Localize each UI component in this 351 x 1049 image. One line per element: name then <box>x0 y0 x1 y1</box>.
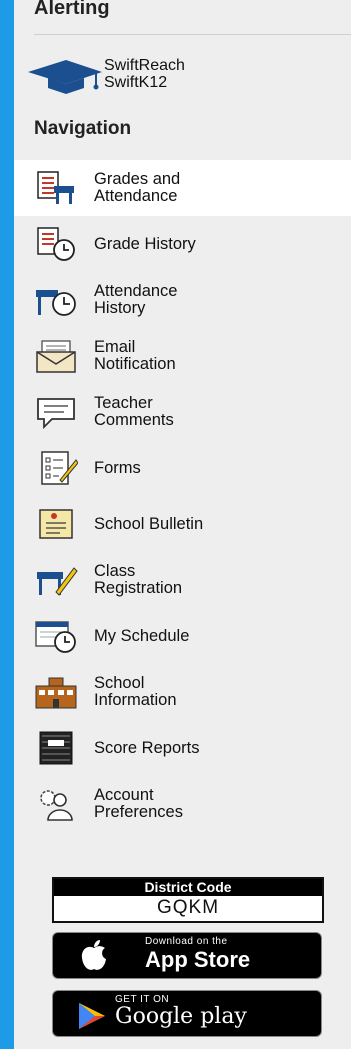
nav-item-grade-history[interactable]: Grade History <box>14 216 351 272</box>
bulletin-icon <box>30 504 82 544</box>
alert-item-swiftreach[interactable]: SwiftReach SwiftK12 <box>26 52 326 96</box>
envelope-icon <box>30 336 82 376</box>
app-store-big-text: App Store <box>145 947 251 972</box>
nav-item-score-reports[interactable]: Score Reports <box>14 720 351 776</box>
nav-item-account-preferences[interactable]: Account Preferences <box>14 776 351 832</box>
nav-item-school-information[interactable]: School Information <box>14 664 351 720</box>
school-building-icon <box>30 672 82 712</box>
google-play-big-text: Google play <box>115 1004 247 1029</box>
schedule-clock-icon <box>30 616 82 656</box>
nav-item-label: Account Preferences <box>94 786 183 821</box>
user-gear-icon <box>30 784 82 824</box>
nav-item-label: Class Registration <box>94 562 183 597</box>
gradebook-icon <box>30 168 82 208</box>
nav-item-teacher-comments[interactable]: Teacher Comments <box>14 384 351 440</box>
desk-pencil-icon <box>30 560 82 600</box>
grade-history-icon <box>30 224 82 264</box>
app-store-badge[interactable]: Download on the App Store <box>52 932 322 979</box>
nav-item-label: Score Reports <box>94 738 200 757</box>
district-code-box: District Code GQKM <box>52 877 324 923</box>
nav-item-label: Grades and Attendance <box>94 170 181 205</box>
alerting-heading: Alerting <box>34 0 110 19</box>
apple-icon <box>79 939 109 978</box>
nav-item-forms[interactable]: Forms <box>14 440 351 496</box>
nav-item-label: School Bulletin <box>94 514 204 533</box>
app-store-small-text: Download on the <box>145 936 228 947</box>
nav-item-label: Grade History <box>94 234 196 253</box>
speech-bubble-icon <box>30 392 82 432</box>
nav-item-email-notification[interactable]: Email Notification <box>14 328 351 384</box>
navigation-list: Grades and Attendance Grade History Atte… <box>14 160 351 832</box>
notebook-icon <box>30 728 82 768</box>
nav-item-label: Email Notification <box>94 338 176 373</box>
nav-item-school-bulletin[interactable]: School Bulletin <box>14 496 351 552</box>
nav-item-label: Attendance History <box>94 282 178 317</box>
google-play-badge[interactable]: GET IT ON Google play <box>52 990 322 1037</box>
nav-item-label: Teacher Comments <box>94 394 174 429</box>
district-code-value: GQKM <box>156 897 220 918</box>
alerting-divider <box>34 34 351 35</box>
nav-item-attendance-history[interactable]: Attendance History <box>14 272 351 328</box>
nav-item-grades-attendance[interactable]: Grades and Attendance <box>14 160 351 216</box>
nav-item-class-registration[interactable]: Class Registration <box>14 552 351 608</box>
play-triangle-icon <box>77 1001 107 1036</box>
attendance-history-icon <box>30 280 82 320</box>
form-pencil-icon <box>30 448 82 488</box>
navigation-heading: Navigation <box>34 118 132 139</box>
nav-item-label: Forms <box>94 458 141 477</box>
graduation-cap-icon <box>26 52 104 96</box>
nav-item-my-schedule[interactable]: My Schedule <box>14 608 351 664</box>
alert-item-label: SwiftReach SwiftK12 <box>104 57 185 91</box>
nav-item-label: My Schedule <box>94 626 190 645</box>
nav-item-label: School Information <box>94 674 177 709</box>
district-code-label: District Code <box>54 879 322 896</box>
